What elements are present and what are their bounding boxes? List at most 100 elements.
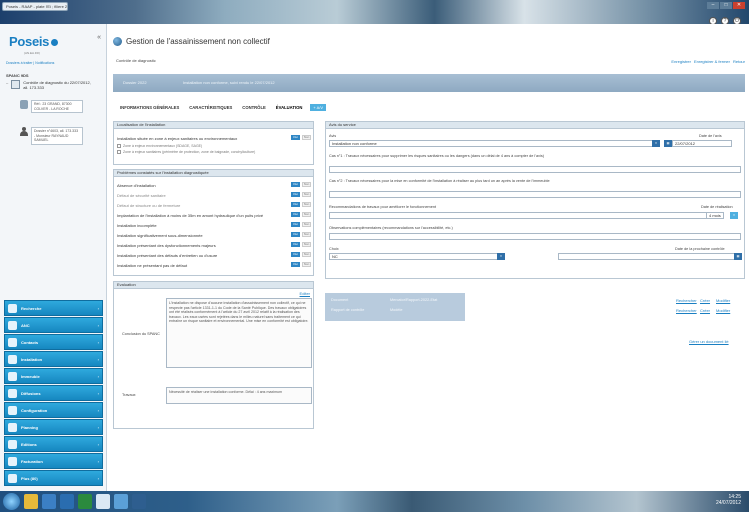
browser-tab[interactable]: Poseis - RAAP - plate l'Ei ; filiere 201…	[2, 2, 68, 11]
tab-control[interactable]: CONTRÔLE	[240, 104, 268, 111]
menu-item-immeuble[interactable]: Immeuble ›	[4, 368, 103, 384]
save-link[interactable]: Enregistrer	[671, 59, 691, 64]
page-actions: Enregistrer Enregistrer & fermer Retour	[671, 59, 745, 64]
search-document-link[interactable]: Rechercher	[676, 298, 697, 303]
diffusion-icon	[8, 388, 17, 398]
problem-yes-toggle[interactable]: Oui	[291, 192, 300, 197]
logo-subtitle: (AN.EA.FR)	[24, 51, 40, 55]
problem-yes-toggle[interactable]: Oui	[291, 202, 300, 207]
problem-yes-toggle[interactable]: Oui	[291, 222, 300, 227]
tree-node-address[interactable]: Réf.: 23 GRAND, 87300 COLVER - LA ROCHE	[20, 100, 83, 113]
problem-yes-toggle[interactable]: Oui	[291, 212, 300, 217]
linked-document-link[interactable]: Gérer un document lié	[689, 339, 729, 344]
works-case2-field[interactable]	[329, 191, 741, 198]
problem-no-toggle[interactable]: Non	[302, 262, 311, 267]
app3-icon[interactable]	[132, 494, 146, 509]
tab-evaluation[interactable]: ÉVALUATION	[274, 104, 305, 111]
maximize-button[interactable]: □	[720, 2, 732, 9]
menu-item-diffusions[interactable]: Diffusions ›	[4, 385, 103, 401]
problem-no-toggle[interactable]: Non	[302, 242, 311, 247]
panel-header: Evaluation	[114, 282, 313, 289]
back-link[interactable]: Retour	[733, 59, 745, 64]
planning-icon	[8, 422, 17, 432]
main-content: Gestion de l'assainissement non collecti…	[108, 24, 749, 491]
excel-icon[interactable]	[78, 494, 92, 509]
menu-item-more[interactable]: Plus (80) ›	[4, 470, 103, 486]
edit-document-link[interactable]: Modifier	[716, 298, 730, 303]
zone-question: Installation située en zone à enjeux san…	[117, 136, 238, 141]
problem-yes-toggle[interactable]: Oui	[291, 252, 300, 257]
start-button[interactable]	[3, 493, 20, 510]
close-button[interactable]: ✕	[733, 2, 745, 9]
choice-select[interactable]: NC	[329, 253, 505, 260]
sidebar-links[interactable]: Dossiers à traiter | Notifications	[6, 61, 54, 65]
dropdown-icon[interactable]: ▾	[652, 140, 660, 147]
problem-no-toggle[interactable]: Non	[302, 192, 311, 197]
word-icon[interactable]	[60, 494, 74, 509]
problem-no-toggle[interactable]: Non	[302, 232, 311, 237]
window-controls: – □ ✕	[707, 2, 745, 9]
house-icon	[20, 100, 28, 109]
observations-label: Observations complémentaires (recommanda…	[329, 226, 453, 230]
observations-field[interactable]	[329, 233, 741, 240]
tab-add-button[interactable]: + A/V	[310, 104, 327, 111]
problem-no-toggle[interactable]: Non	[302, 252, 311, 257]
opinion-select[interactable]: Installation non conforme	[329, 140, 659, 147]
menu-item-planning[interactable]: Planning ›	[4, 419, 103, 435]
next-control-field[interactable]	[558, 253, 742, 260]
problem-no-toggle[interactable]: Non	[302, 222, 311, 227]
browser-icon[interactable]	[96, 494, 110, 509]
app-icon[interactable]	[42, 494, 56, 509]
tab-characteristics[interactable]: CARACTÉRISTIQUES	[187, 104, 234, 111]
tree-node-label: Dossier n°4603, all. 173.333 - Monsieur …	[31, 127, 83, 145]
yes-toggle[interactable]: Oui	[291, 135, 300, 140]
problem-yes-toggle[interactable]: Oui	[291, 232, 300, 237]
problem-no-toggle[interactable]: Non	[302, 182, 311, 187]
chevron-icon: ›	[97, 458, 99, 464]
menu-item-contacts[interactable]: Contacts ›	[4, 334, 103, 350]
no-toggle[interactable]: Non	[302, 135, 311, 140]
problem-no-toggle[interactable]: Non	[302, 212, 311, 217]
tree-node-label: Réf.: 23 GRAND, 87300 COLVER - LA ROCHE	[31, 100, 83, 113]
menu-item-editions[interactable]: Editions ›	[4, 436, 103, 452]
problem-no-toggle[interactable]: Non	[302, 202, 311, 207]
menu-item-anc[interactable]: ANC ›	[4, 317, 103, 333]
checkbox-env[interactable]	[117, 144, 121, 148]
tab-general[interactable]: INFORMATIONS GÉNÉRALES	[118, 104, 181, 111]
menu-item-configuration[interactable]: Configuration ›	[4, 402, 103, 418]
collapse-sidebar-icon[interactable]: «	[97, 34, 101, 41]
app2-icon[interactable]	[114, 494, 128, 509]
realisation-date-field[interactable]: 4 mois	[706, 212, 724, 219]
recommendation-field[interactable]	[329, 212, 719, 219]
minimize-button[interactable]: –	[707, 2, 719, 9]
calendar-icon[interactable]: ▦	[664, 140, 672, 147]
menu-item-facturation[interactable]: Facturation ›	[4, 453, 103, 469]
edit-link[interactable]: Editer	[300, 291, 310, 296]
problem-yes-toggle[interactable]: Oui	[291, 182, 300, 187]
tree-node-owner[interactable]: Dossier n°4603, all. 173.333 - Monsieur …	[20, 127, 83, 145]
date-field[interactable]: 22/07/2012	[672, 140, 732, 147]
problem-row-label: Installation présentant des dysfonctionn…	[117, 243, 216, 248]
problem-yes-toggle[interactable]: Oui	[291, 242, 300, 247]
system-clock[interactable]: 14:25 24/07/2012	[716, 494, 741, 506]
create-document-link[interactable]: Créer	[700, 298, 710, 303]
page-title: Gestion de l'assainissement non collecti…	[126, 37, 270, 46]
tree-root[interactable]: – Contrôle de diagnostic du 22/07/2012, …	[6, 80, 93, 90]
problem-yes-toggle[interactable]: Oui	[291, 262, 300, 267]
dropdown-icon[interactable]: ▾	[497, 253, 505, 260]
tree-expand-icon[interactable]: –	[6, 80, 8, 90]
search-report-link[interactable]: Rechercher	[676, 308, 697, 313]
create-report-link[interactable]: Créer	[700, 308, 710, 313]
conclusion-textarea[interactable]: L'installation ne dispose d'aucune insta…	[166, 298, 312, 368]
works-case1-field[interactable]	[329, 166, 741, 173]
chevron-icon: ›	[97, 373, 99, 379]
menu-item-installation[interactable]: Installation ›	[4, 351, 103, 367]
menu-item-recherche[interactable]: Recherche ›	[4, 300, 103, 316]
calendar-icon[interactable]: ▦	[734, 253, 742, 260]
explorer-icon[interactable]	[24, 494, 38, 509]
checkbox-sanitary[interactable]	[117, 150, 121, 154]
works-textarea[interactable]: Nécessité de réaliser une installation c…	[166, 387, 312, 404]
save-close-link[interactable]: Enregistrer & fermer	[694, 59, 730, 64]
edit-report-link[interactable]: Modifier	[716, 308, 730, 313]
realisation-select-icon[interactable]: ▾	[730, 212, 738, 219]
